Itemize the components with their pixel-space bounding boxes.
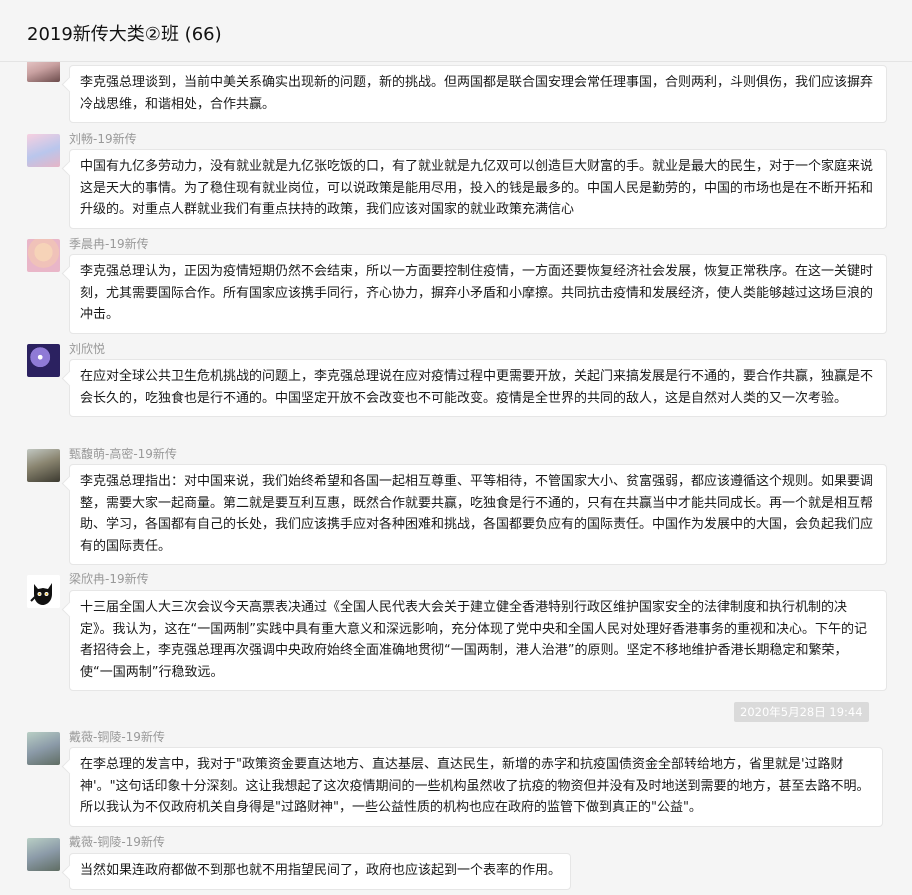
user-avatar-icon[interactable] — [27, 449, 60, 482]
chat-title: 2019新传大类②班 (66) — [27, 24, 222, 45]
user-avatar-icon[interactable] — [27, 239, 60, 272]
chat-header: 2019新传大类②班 (66) — [0, 0, 912, 62]
user-avatar-icon[interactable] — [27, 134, 60, 167]
user-avatar-icon[interactable] — [27, 344, 60, 377]
sender-name: 甄馥萌-高密-19新传 — [69, 447, 177, 461]
message-bubble[interactable]: 中国有九亿多劳动力，没有就业就是九亿张吃饭的口，有了就业就是九亿双可以创造巨大财… — [69, 149, 887, 229]
message-bubble[interactable]: 当然如果连政府都做不到那也就不用指望民间了，政府也应该起到一个表率的作用。 — [69, 853, 572, 890]
sender-name: 季晨冉-19新传 — [69, 237, 149, 251]
message-bubble[interactable]: 李克强总理谈到，当前中美关系确实出现新的问题，新的挑战。但两国都是联合国安理会常… — [69, 65, 887, 123]
hamster-avatar-icon[interactable] — [27, 732, 60, 765]
black-cat-avatar-icon[interactable] — [27, 575, 60, 608]
message-bubble[interactable]: 李克强总理认为，正因为疫情短期仍然不会结束，所以一方面要控制住疫情，一方面还要恢… — [69, 254, 887, 334]
black-cat-icon — [27, 575, 60, 608]
message-bubble[interactable]: 十三届全国人大三次会议今天高票表决通过《全国人民代表大会关于建立健全香港特别行政… — [69, 590, 887, 691]
sender-name: 戴薇-铜陵-19新传 — [69, 730, 165, 744]
hamster-avatar-icon[interactable] — [27, 838, 60, 871]
sender-name: 刘欣悦 — [69, 342, 106, 356]
message-bubble[interactable]: 在李总理的发言中，我对于"政策资金要直达地方、直达基层、直达民生，新增的赤字和抗… — [69, 747, 883, 827]
sender-name: 戴薇-铜陵-19新传 — [69, 835, 165, 849]
user-avatar-icon[interactable] — [27, 62, 60, 82]
sender-name: 刘畅-19新传 — [69, 132, 137, 146]
message-list[interactable]: 李克强总理谈到，当前中美关系确实出现新的问题，新的挑战。但两国都是联合国安理会常… — [0, 62, 912, 895]
sender-name: 梁欣冉-19新传 — [69, 572, 149, 586]
message-bubble[interactable]: 李克强总理指出：对中国来说，我们始终希望和各国一起相互尊重、平等相待，不管国家大… — [69, 464, 887, 565]
message-bubble[interactable]: 在应对全球公共卫生危机挑战的问题上，李克强总理说在应对疫情过程中更需要开放，关起… — [69, 359, 887, 417]
timestamp-badge: 2020年5月28日 19:44 — [734, 702, 869, 722]
